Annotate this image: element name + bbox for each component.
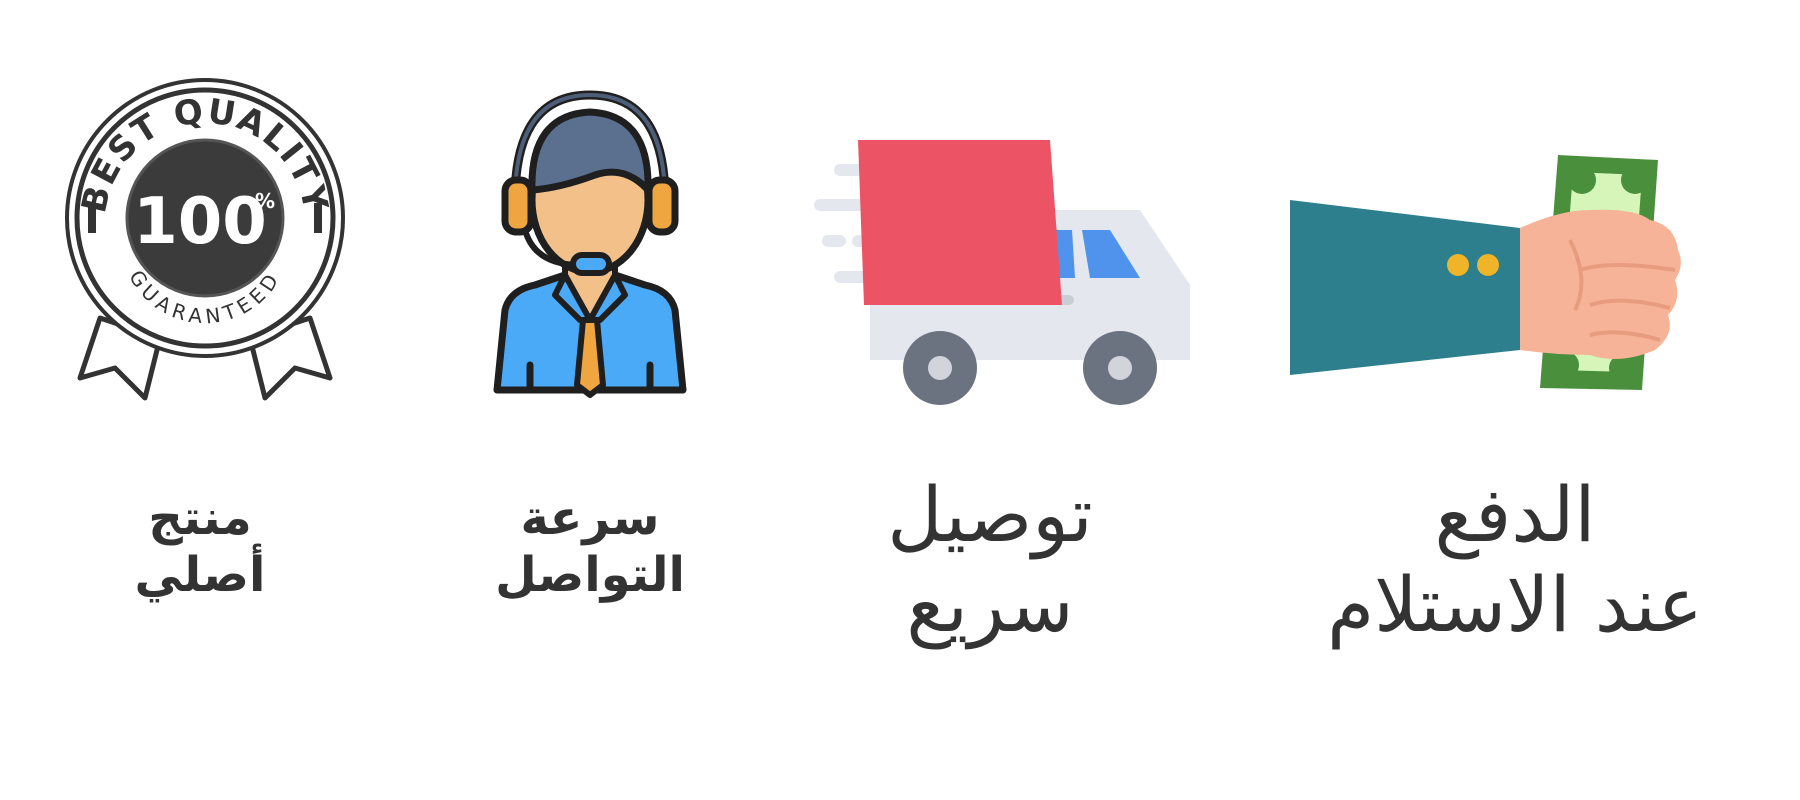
feature-fast-delivery: توصيل سريع <box>780 0 1200 800</box>
feature-label-line2: عند الاستلام <box>1327 559 1703 649</box>
feature-label-line1: منتج <box>148 490 252 546</box>
feature-label: توصيل سريع <box>780 470 1200 649</box>
feature-original-product: BEST QUALITY GUARANTEED 100 % منتج أصلي <box>30 0 370 800</box>
feature-label-line2: أصلي <box>134 546 266 603</box>
feature-fast-contact: سرعة التواصل <box>420 0 760 800</box>
badge-percent-sign: % <box>255 189 275 213</box>
feature-label-line1: الدفع <box>1434 470 1596 559</box>
feature-label-line1: توصيل <box>887 470 1093 559</box>
best-quality-badge-icon: BEST QUALITY GUARANTEED 100 % <box>65 78 345 401</box>
customer-support-agent-icon <box>493 90 687 398</box>
fast-delivery-truck-icon <box>814 140 1190 405</box>
feature-label: الدفع عند الاستلام <box>1260 470 1770 649</box>
feature-label-line2: التواصل <box>495 546 685 603</box>
cash-payment-hand-icon <box>1290 155 1681 390</box>
feature-label: سرعة التواصل <box>420 490 760 603</box>
feature-label: منتج أصلي <box>30 490 370 603</box>
badge-percent: 100 <box>133 185 267 259</box>
feature-label-line2: سريع <box>906 559 1074 649</box>
feature-cash-on-delivery: الدفع عند الاستلام <box>1260 0 1770 800</box>
feature-label-line1: سرعة <box>520 490 660 546</box>
